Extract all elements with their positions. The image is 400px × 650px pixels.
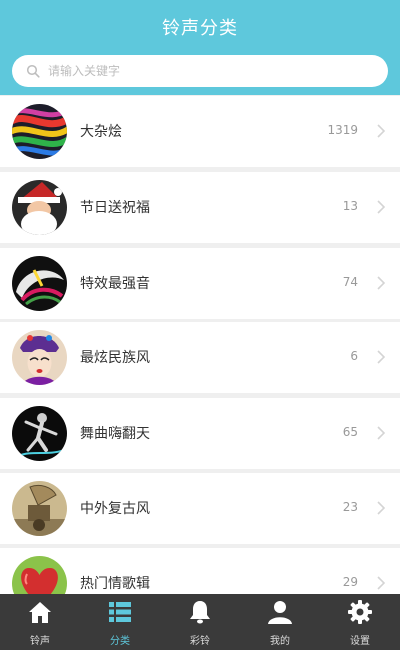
category-thumbnail	[12, 104, 67, 159]
tab-label: 我的	[270, 636, 290, 647]
category-item-dance[interactable]: 舞曲嗨翻天 65	[0, 398, 400, 469]
ringtone-count: 6	[350, 349, 358, 363]
ringtone-count: 29	[342, 575, 358, 589]
category-label: 特效最强音	[80, 276, 150, 292]
tab-label: 彩铃	[190, 636, 210, 647]
category-thumbnail	[12, 481, 67, 536]
chevron-right-icon	[377, 124, 386, 138]
page-title: 铃声分类	[162, 18, 238, 39]
tab-ringback[interactable]: 彩铃	[160, 594, 240, 650]
search-icon	[26, 64, 40, 78]
tab-ringtones[interactable]: 铃声	[0, 594, 80, 650]
category-label: 中外复古风	[80, 501, 150, 517]
home-icon	[29, 602, 51, 623]
ringtone-count: 74	[342, 275, 358, 289]
category-label: 节日送祝福	[80, 200, 150, 216]
category-label: 最炫民族风	[80, 350, 150, 366]
category-item-effects[interactable]: 特效最强音 74	[0, 248, 400, 319]
ringtone-count: 65	[342, 425, 358, 439]
chevron-right-icon	[377, 501, 386, 515]
chevron-right-icon	[377, 426, 386, 440]
category-label: 大杂烩	[80, 124, 122, 140]
bottom-tab-bar: 铃声 分类 彩铃 我的 设置	[0, 594, 400, 650]
category-label: 舞曲嗨翻天	[80, 426, 150, 442]
category-item-mix[interactable]: 大杂烩 1319	[0, 96, 400, 167]
category-item-retro[interactable]: 中外复古风 23	[0, 473, 400, 544]
category-thumbnail	[12, 556, 67, 594]
category-item-folk[interactable]: 最炫民族风 6	[0, 322, 400, 393]
category-grid-icon	[109, 602, 131, 622]
category-item-holiday[interactable]: 节日送祝福 13	[0, 172, 400, 243]
bell-icon	[190, 601, 210, 624]
chevron-right-icon	[377, 200, 386, 214]
category-thumbnail	[12, 330, 67, 385]
category-thumbnail	[12, 180, 67, 235]
tab-label: 设置	[350, 636, 370, 647]
chevron-right-icon	[377, 350, 386, 364]
search-bar[interactable]	[12, 55, 388, 87]
category-thumbnail	[12, 256, 67, 311]
category-list: 大杂烩 1319 节日送祝福 13 特效最强音 74 最炫民族风 6 舞曲嗨翻天…	[0, 96, 400, 594]
tab-categories[interactable]: 分类	[80, 594, 160, 650]
chevron-right-icon	[377, 276, 386, 290]
search-input[interactable]	[48, 55, 368, 87]
ringtone-count: 1319	[327, 123, 358, 137]
gear-icon	[348, 600, 372, 624]
chevron-right-icon	[377, 576, 386, 590]
tab-label: 分类	[110, 636, 130, 647]
category-label: 热门情歌辑	[80, 576, 150, 592]
tab-settings[interactable]: 设置	[320, 594, 400, 650]
ringtone-count: 13	[342, 199, 358, 213]
ringtone-count: 23	[342, 500, 358, 514]
tab-label: 铃声	[30, 636, 50, 647]
app-header: 铃声分类	[0, 0, 400, 95]
category-thumbnail	[12, 406, 67, 461]
category-item-love-songs[interactable]: 热门情歌辑 29	[0, 548, 400, 594]
user-icon	[268, 601, 292, 624]
tab-mine[interactable]: 我的	[240, 594, 320, 650]
